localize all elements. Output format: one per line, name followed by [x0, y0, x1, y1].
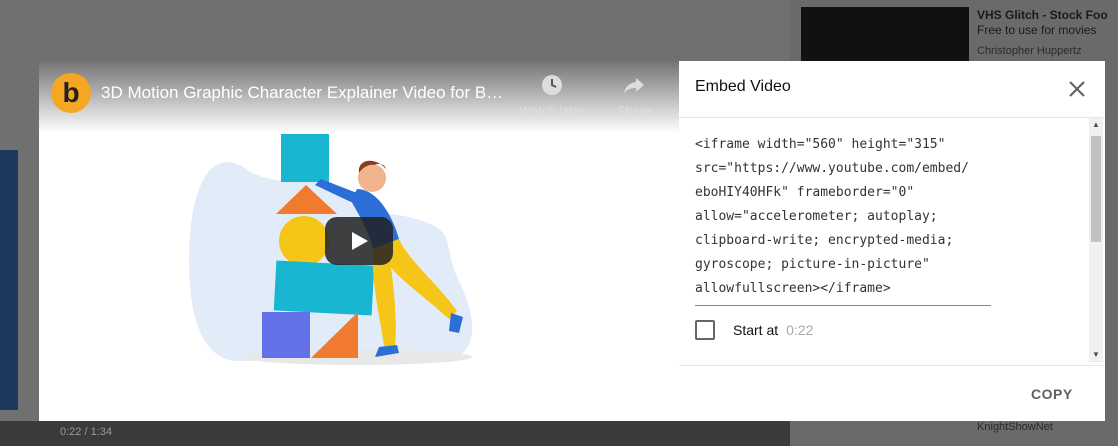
- start-at-label: Start at: [733, 322, 779, 338]
- embed-scrollbar[interactable]: ▲ ▼: [1089, 118, 1103, 362]
- embed-panel: Embed Video <iframe width="560" height="…: [679, 61, 1105, 421]
- embed-header: Embed Video: [679, 61, 1105, 118]
- scroll-thumb[interactable]: [1091, 136, 1101, 242]
- embed-title: Embed Video: [695, 78, 791, 95]
- sidebar-channel-name: Christopher Huppertz: [977, 45, 1082, 57]
- embed-code-textarea[interactable]: <iframe width="560" height="315" src="ht…: [695, 133, 991, 306]
- player-time: 0:22 / 1:34: [60, 426, 112, 438]
- purple-cube: [262, 312, 310, 358]
- embed-footer: COPY: [679, 365, 1105, 422]
- video-title[interactable]: 3D Motion Graphic Character Explainer Vi…: [101, 83, 511, 103]
- close-button[interactable]: [1063, 75, 1091, 103]
- start-at-time: 0:22: [786, 322, 814, 338]
- sidebar-bottom-channel: KnightShowNet: [977, 421, 1053, 433]
- play-button[interactable]: [325, 217, 393, 265]
- yellow-sphere: [279, 216, 329, 266]
- start-at-row: Start at 0:22: [695, 320, 813, 340]
- close-icon: [1069, 81, 1085, 97]
- sidebar-video-title: VHS Glitch - Stock Foo: [977, 8, 1108, 22]
- watch-later-button[interactable]: Watch later: [517, 73, 587, 118]
- copy-button[interactable]: COPY: [1031, 386, 1073, 402]
- clock-icon: [542, 75, 562, 95]
- share-arrow-icon: [624, 78, 644, 94]
- video-preview[interactable]: b 3D Motion Graphic Character Explainer …: [39, 61, 679, 421]
- start-at-checkbox[interactable]: [695, 320, 715, 340]
- player-controls-bar: [0, 421, 790, 446]
- sidebar-thumbnail: [801, 7, 969, 65]
- cyan-cube-top: [281, 134, 329, 182]
- scroll-up-icon[interactable]: ▲: [1092, 120, 1100, 129]
- scroll-down-icon[interactable]: ▼: [1092, 350, 1100, 359]
- watch-later-label: Watch later: [519, 103, 585, 118]
- background-strip: [0, 150, 18, 410]
- play-icon: [352, 232, 368, 250]
- channel-avatar[interactable]: b: [51, 73, 91, 113]
- share-button[interactable]: Share: [599, 73, 669, 118]
- share-label: Share: [616, 103, 652, 118]
- sidebar-video-title-2: Free to use for movies: [977, 23, 1097, 37]
- cyan-block: [273, 260, 375, 316]
- embed-modal: b 3D Motion Graphic Character Explainer …: [39, 61, 1105, 421]
